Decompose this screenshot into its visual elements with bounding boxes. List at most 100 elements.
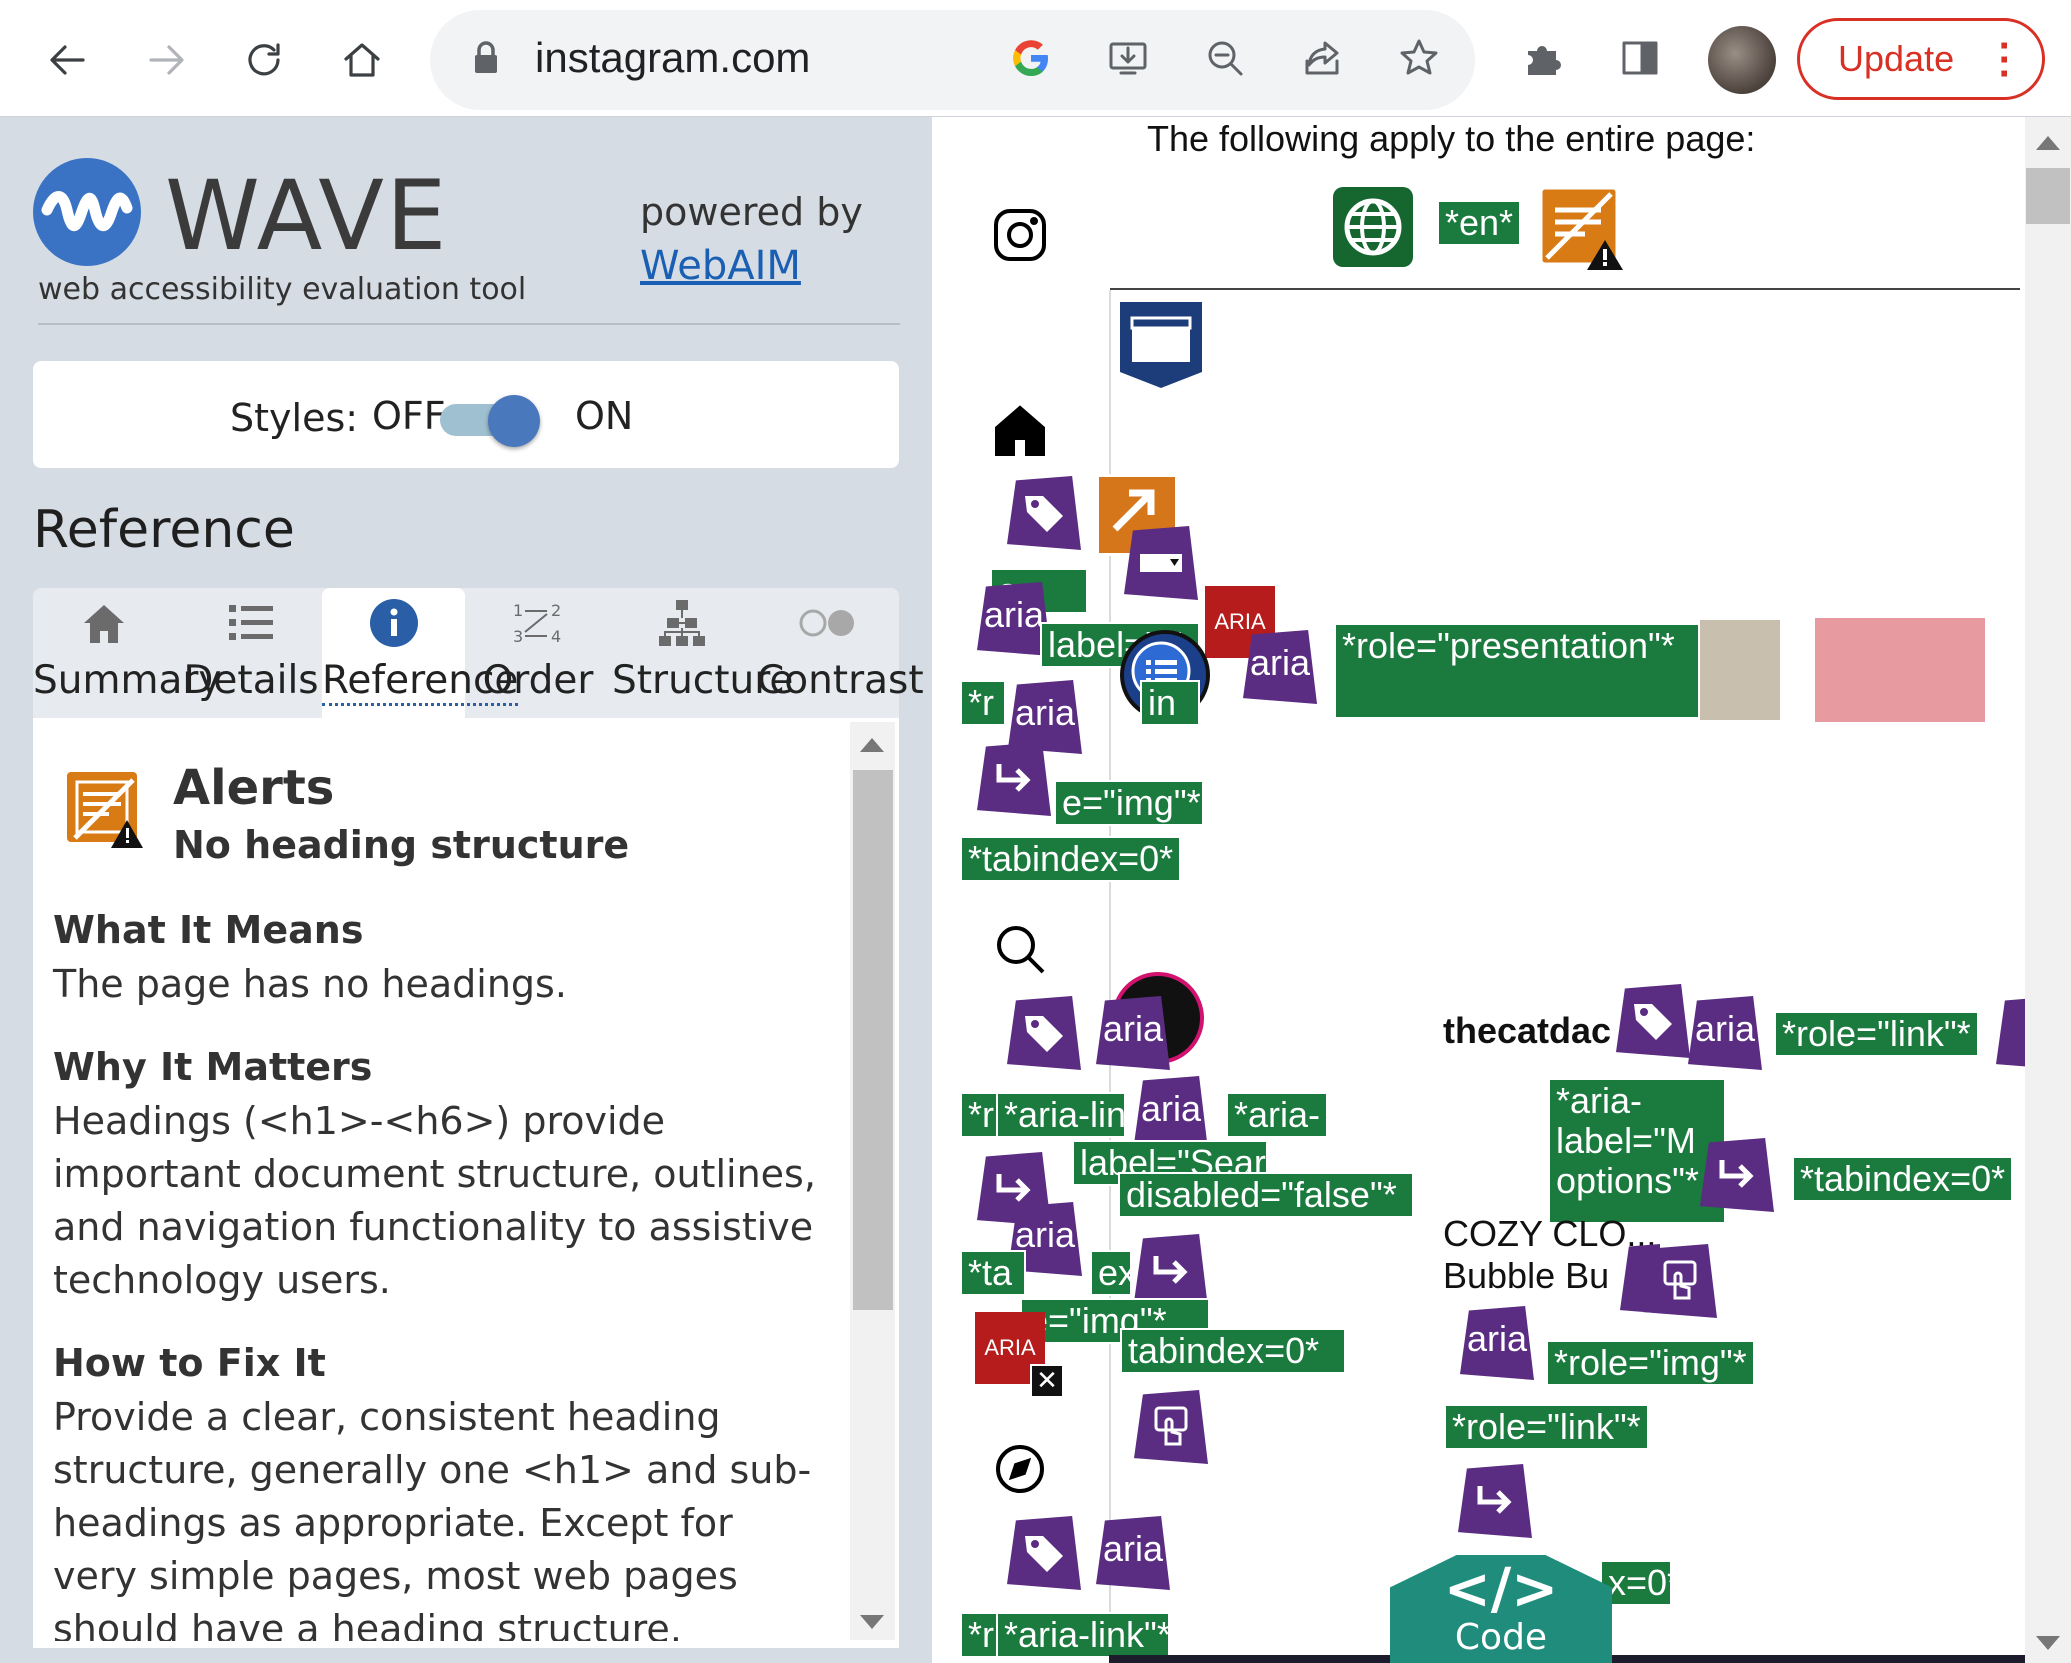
alert-heading-icon bbox=[63, 768, 147, 852]
scroll-down-icon[interactable] bbox=[860, 1615, 884, 1629]
aria-icon[interactable]: aria bbox=[1096, 996, 1170, 1070]
aria-link-tag[interactable]: *aria-lin bbox=[996, 1092, 1126, 1138]
tabindex-tag[interactable]: *tabindex=0* bbox=[960, 836, 1182, 882]
forward-icon[interactable] bbox=[131, 25, 201, 95]
tab-order-label: Order bbox=[482, 658, 594, 703]
tab-structure[interactable]: Structure bbox=[612, 588, 793, 718]
select-icon[interactable] bbox=[1124, 526, 1198, 600]
role-img-tag[interactable]: *role="img"* bbox=[1546, 1340, 1755, 1386]
side-panel-icon[interactable] bbox=[1612, 30, 1668, 86]
role-presentation-tag[interactable]: *role="presentation"* bbox=[1334, 623, 1700, 719]
aria-icon[interactable]: aria bbox=[1243, 630, 1317, 704]
zoom-out-icon[interactable] bbox=[1197, 30, 1253, 86]
tab-contrast[interactable]: Contrast bbox=[757, 588, 924, 718]
pixelated-image bbox=[1700, 620, 1780, 720]
aria-attribute-tag[interactable]: *aria- bbox=[1226, 1092, 1329, 1138]
instagram-logo-icon[interactable] bbox=[991, 206, 1049, 268]
aria-disabled-tag[interactable]: disabled="false"* bbox=[1118, 1172, 1414, 1218]
link-icon[interactable] bbox=[1700, 1138, 1774, 1212]
tab-summary[interactable]: Summary bbox=[33, 588, 222, 718]
aria-label-icon[interactable] bbox=[1007, 476, 1081, 550]
styles-toggle-switch[interactable] bbox=[488, 395, 540, 447]
tabindex-tag-partial[interactable]: *ta bbox=[960, 1250, 1026, 1296]
search-nav-icon[interactable] bbox=[991, 920, 1049, 982]
link-icon[interactable] bbox=[977, 742, 1051, 816]
no-heading-alert-icon[interactable] bbox=[1539, 186, 1625, 272]
entire-page-heading: The following apply to the entire page: bbox=[1147, 118, 1756, 159]
tabindex-tag-partial[interactable]: ex bbox=[1090, 1250, 1132, 1296]
list-icon bbox=[181, 588, 321, 658]
tab-summary-label: Summary bbox=[33, 658, 222, 703]
aria-icon[interactable]: aria bbox=[1134, 1076, 1208, 1150]
fix-text: Provide a clear, consistent heading stru… bbox=[53, 1395, 812, 1641]
explore-nav-icon[interactable] bbox=[991, 1440, 1049, 1502]
aria-label-icon[interactable] bbox=[1616, 984, 1690, 1058]
tab-order[interactable]: 1 2 3 4 Order bbox=[468, 588, 608, 718]
extensions-icon[interactable] bbox=[1515, 30, 1571, 86]
aria-label-icon[interactable] bbox=[1007, 1516, 1081, 1590]
page-scroll-up-icon[interactable] bbox=[2036, 136, 2060, 150]
link-icon[interactable] bbox=[1458, 1464, 1532, 1538]
content-scrollbar-thumb[interactable] bbox=[853, 770, 893, 1310]
aria-link-tag[interactable]: *aria-link"* bbox=[996, 1612, 1170, 1658]
error-x-icon: ✕ bbox=[1030, 1364, 1064, 1398]
lang-tag[interactable]: *en* bbox=[1437, 200, 1522, 246]
page-scrollbar[interactable] bbox=[2025, 117, 2071, 1663]
google-icon[interactable] bbox=[1003, 30, 1059, 86]
code-label: Code bbox=[1454, 1617, 1548, 1658]
role-link-tag[interactable]: *role="link"* bbox=[1774, 1011, 1979, 1057]
username-text[interactable]: thecatdac bbox=[1443, 1010, 1611, 1052]
url-text[interactable]: instagram.com bbox=[535, 34, 810, 82]
tab-reference[interactable]: Reference bbox=[322, 588, 519, 718]
pixelated-image bbox=[1815, 618, 1985, 722]
what-heading: What It Means bbox=[53, 908, 364, 952]
profile-avatar[interactable] bbox=[1708, 26, 1776, 94]
back-icon[interactable] bbox=[33, 25, 103, 95]
lock-icon[interactable] bbox=[458, 30, 514, 86]
aria-tag-partial[interactable]: in bbox=[1140, 680, 1200, 726]
aria-icon[interactable]: aria bbox=[1096, 1516, 1170, 1590]
product-line-2: Bubble Bu bbox=[1443, 1255, 1610, 1296]
fix-heading: How to Fix It bbox=[53, 1341, 326, 1385]
tab-details[interactable]: Details bbox=[181, 588, 321, 718]
menu-dots-icon[interactable]: · · · bbox=[1999, 26, 2012, 94]
home-nav-icon[interactable] bbox=[991, 402, 1049, 464]
wave-logo-icon bbox=[33, 158, 141, 266]
reload-icon[interactable] bbox=[229, 25, 299, 95]
role-img-tag[interactable]: e="img"* bbox=[1054, 780, 1204, 826]
what-text: The page has no headings. bbox=[53, 962, 567, 1006]
region-icon[interactable] bbox=[1118, 300, 1204, 390]
touch-icon[interactable] bbox=[1134, 1390, 1208, 1464]
home-icon[interactable] bbox=[327, 25, 397, 95]
globe-icon[interactable] bbox=[1333, 187, 1413, 267]
share-icon[interactable] bbox=[1294, 30, 1350, 86]
info-icon bbox=[322, 588, 465, 658]
aria-icon[interactable]: aria bbox=[1460, 1306, 1534, 1380]
aria-icon[interactable] bbox=[1996, 996, 2026, 1070]
webaim-link[interactable]: WebAIM bbox=[640, 243, 801, 289]
why-text: Headings (<h1>-<h6>) provide important d… bbox=[53, 1099, 816, 1302]
page-scroll-down-icon[interactable] bbox=[2036, 1636, 2060, 1650]
aria-icon[interactable]: aria bbox=[1688, 996, 1762, 1070]
svg-text:2: 2 bbox=[551, 601, 561, 620]
aria-label-icon[interactable] bbox=[1007, 996, 1081, 1070]
link-icon[interactable] bbox=[1134, 1234, 1208, 1308]
tab-details-label: Details bbox=[183, 658, 319, 703]
alert-title: No heading structure bbox=[173, 823, 630, 867]
tabindex-tag[interactable]: tabindex=0* bbox=[1120, 1328, 1346, 1374]
svg-text:1: 1 bbox=[513, 601, 523, 620]
role-link-tag[interactable]: *role="link"* bbox=[1444, 1404, 1649, 1450]
wave-logo-text: WAVE bbox=[165, 160, 449, 272]
touch-icon[interactable] bbox=[1643, 1244, 1717, 1318]
bookmark-star-icon[interactable] bbox=[1391, 30, 1447, 86]
update-button[interactable]: Update · · · bbox=[1797, 18, 2045, 100]
role-tag-partial[interactable]: *r bbox=[960, 680, 1006, 726]
install-icon[interactable] bbox=[1100, 30, 1156, 86]
divider bbox=[38, 323, 900, 325]
svg-text:3: 3 bbox=[513, 627, 523, 646]
page-scrollbar-thumb[interactable] bbox=[2026, 168, 2070, 224]
scroll-up-icon[interactable] bbox=[860, 738, 884, 752]
divider bbox=[1110, 288, 2020, 290]
powered-by-text: powered by bbox=[640, 190, 863, 234]
tabindex-tag[interactable]: *tabindex=0* bbox=[1792, 1156, 2014, 1202]
